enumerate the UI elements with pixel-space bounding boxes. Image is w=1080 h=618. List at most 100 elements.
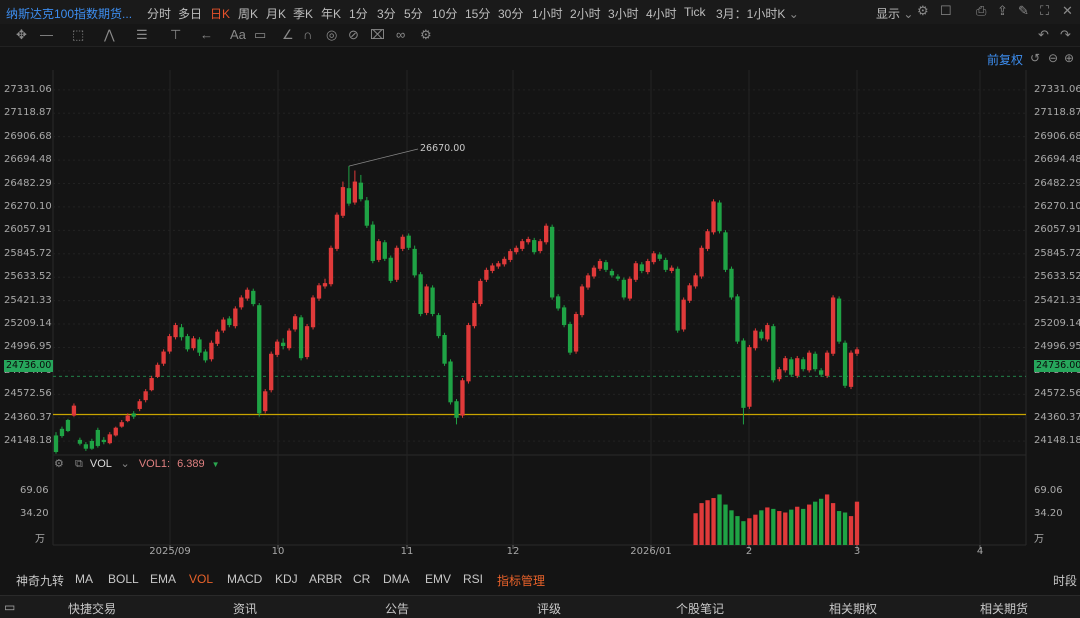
candles-layer (53, 148, 860, 454)
candle-body (561, 307, 567, 326)
candle-body (830, 297, 836, 354)
y-tick-label: 25633.52 (4, 271, 52, 283)
price-chart[interactable] (0, 0, 1080, 617)
volume-bar (723, 504, 728, 545)
tab-indicator-manage[interactable]: 指标管理 (497, 572, 545, 589)
y-tick-label: 26694.48 (1034, 154, 1080, 166)
x-tick-label: 2 (745, 546, 753, 557)
copy-icon[interactable]: ⧉ (75, 458, 83, 470)
candle-body (412, 248, 417, 276)
volume-bar (711, 498, 716, 545)
candle-body (179, 327, 184, 338)
tab-indicator-9[interactable]: DMA (383, 572, 410, 586)
candle-body (424, 286, 429, 313)
vol-value-label: VOL1: (138, 458, 170, 470)
y-tick-label: 27331.06 (4, 83, 52, 95)
volume-bar (830, 503, 836, 545)
volume-bar (729, 510, 734, 545)
footer-item-1[interactable]: 资讯 (233, 600, 257, 617)
y-tick-label: 24360.37 (4, 411, 52, 423)
candle-body (257, 305, 262, 414)
tab-indicator-2[interactable]: BOLL (108, 572, 139, 586)
tab-indicator-0[interactable]: 神奇九转 (16, 572, 64, 589)
candle-body (651, 253, 656, 263)
candle-body (854, 349, 860, 354)
volume-bar (699, 503, 704, 545)
y-tick-label: 26482.29 (1034, 177, 1080, 189)
candle-body (717, 202, 722, 232)
tab-indicator-3[interactable]: EMA (150, 572, 176, 586)
panel-icon[interactable]: ▭ (4, 600, 15, 614)
candle-body (221, 319, 226, 331)
candle-body (848, 352, 854, 387)
vol-name: VOL (89, 458, 112, 470)
tab-indicator-7[interactable]: ARBR (309, 572, 342, 586)
candle-body (496, 263, 501, 267)
candle-body (95, 429, 100, 446)
x-tick-label: 10 (271, 546, 285, 557)
y-tick-label: 27331.06 (1034, 83, 1080, 95)
candle-body (316, 285, 322, 299)
x-tick-label: 2025/09 (149, 546, 191, 557)
candle-body (346, 188, 352, 204)
candle-body (334, 214, 340, 249)
y-tick-label: 26482.29 (4, 177, 52, 189)
candle-body (639, 264, 644, 271)
candle-body (245, 289, 250, 299)
volume-bar (735, 516, 740, 545)
y-tick-label: 26270.10 (1034, 200, 1080, 212)
candle-body (310, 297, 316, 328)
footer-item-5[interactable]: 相关期权 (829, 600, 877, 617)
tab-indicator-10[interactable]: EMV (425, 572, 451, 586)
tab-indicator-11[interactable]: RSI (463, 572, 483, 586)
x-tick-label: 12 (506, 546, 520, 557)
candle-body (191, 338, 196, 349)
vol-unit: 万 (35, 534, 45, 545)
candle-body (657, 254, 662, 259)
y-tick-label: 24996.95 (1034, 341, 1080, 353)
vol-header: ⚙ ⧉ VOL ⌄ VOL1: 6.389 ▼ (54, 457, 220, 471)
candle-body (508, 251, 513, 260)
tab-indicator-1[interactable]: MA (75, 572, 93, 586)
candle-body (406, 235, 411, 248)
footer-item-3[interactable]: 评级 (537, 600, 561, 617)
candle-body (789, 359, 794, 375)
candle-body (298, 317, 304, 359)
candle-body (735, 296, 740, 342)
volume-bar (705, 500, 710, 545)
y-tick-label: 24996.95 (4, 341, 52, 353)
tab-indicator-4[interactable]: VOL (189, 572, 213, 586)
candle-body (155, 364, 160, 377)
candle-body (675, 268, 680, 331)
chevron-down-icon[interactable]: ⌄ (121, 458, 130, 470)
candle-body (807, 352, 812, 371)
candle-body (645, 261, 650, 273)
tab-session[interactable]: 时段 (1053, 572, 1077, 589)
candle-body (448, 361, 453, 403)
footer-item-2[interactable]: 公告 (385, 600, 409, 617)
candle-body (777, 369, 782, 380)
current-price-right: 24736.00 (1034, 360, 1080, 372)
candle-body (567, 323, 573, 353)
volume-bar (771, 508, 776, 545)
x-tick-label: 2026/01 (630, 546, 672, 557)
candle-body (472, 302, 477, 327)
footer-item-4[interactable]: 个股笔记 (676, 600, 724, 617)
candle-body (747, 347, 752, 407)
footer-item-0[interactable]: 快捷交易 (68, 600, 116, 617)
candle-body (382, 242, 387, 259)
candle-body (203, 351, 208, 361)
vol-tick: 69.06 (1034, 485, 1063, 496)
candle-body (484, 269, 489, 280)
y-tick-label: 26057.91 (1034, 224, 1080, 236)
tab-indicator-6[interactable]: KDJ (275, 572, 298, 586)
gear-icon[interactable]: ⚙ (54, 458, 64, 470)
footer-item-6[interactable]: 相关期货 (980, 600, 1028, 617)
tab-indicator-5[interactable]: MACD (227, 572, 262, 586)
candle-body (520, 241, 525, 249)
candle-body (705, 231, 710, 249)
candle-body (400, 236, 405, 249)
tab-indicator-8[interactable]: CR (353, 572, 370, 586)
y-tick-label: 25845.72 (4, 247, 52, 259)
candle-body (603, 262, 609, 270)
